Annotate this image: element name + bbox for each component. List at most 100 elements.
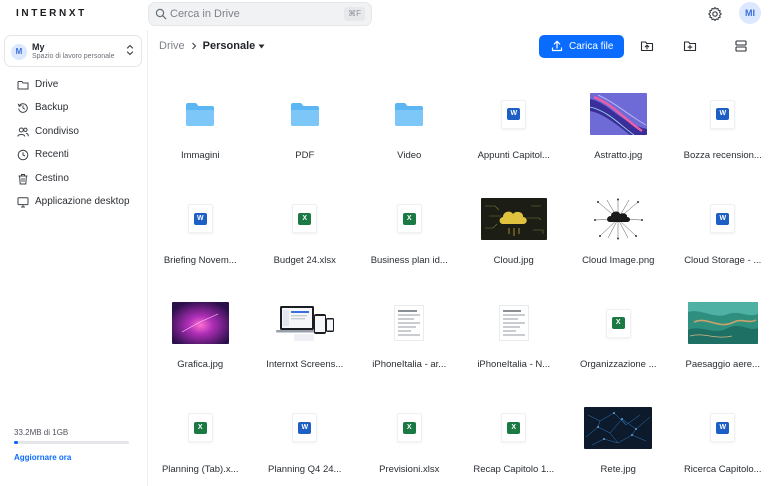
file-name: Business plan id... xyxy=(370,254,448,266)
sidebar-item-recent[interactable]: Recenti xyxy=(0,144,148,167)
file-name: Bozza recension... xyxy=(683,150,762,161)
file-item[interactable]: X Previsioni.xlsx xyxy=(357,384,462,486)
folder-icon xyxy=(186,102,215,126)
workspace-selector[interactable]: M My Spazio di lavoro personale xyxy=(4,35,142,67)
sidebar-item-backup[interactable]: Backup xyxy=(0,97,148,120)
file-name: Budget 24.xlsx xyxy=(273,254,336,266)
storage-progress-bar xyxy=(14,441,129,444)
upload-file-button[interactable]: Carica file xyxy=(539,35,624,58)
folder-item[interactable]: Immagini xyxy=(148,70,253,174)
excel-spreadsheet-icon: X xyxy=(292,204,318,233)
word-document-icon: W xyxy=(710,99,736,129)
aerial-landscape-image-thumbnail xyxy=(687,302,758,344)
file-thumbnail: X xyxy=(357,410,462,446)
file-item[interactable]: Grafica.jpg xyxy=(148,279,253,383)
file-item[interactable]: iPhoneItalia - N... xyxy=(462,279,567,383)
search-bar[interactable]: Cerca in Drive ⌘F xyxy=(148,2,372,26)
list-view-icon[interactable] xyxy=(734,39,748,53)
file-item[interactable]: Rete.jpg xyxy=(566,384,671,486)
new-folder-icon[interactable] xyxy=(683,39,697,53)
clock-icon xyxy=(17,149,29,161)
file-item[interactable]: Cloud Image.png xyxy=(566,175,671,279)
sidebar-item-drive[interactable]: Drive xyxy=(0,74,148,97)
sidebar-item-trash[interactable]: Cestino xyxy=(0,168,148,191)
file-name: Appunti Capitol... xyxy=(477,150,550,161)
file-item[interactable]: W Planning Q4 24... xyxy=(253,384,358,486)
file-item[interactable]: W Briefing Novem... xyxy=(148,175,253,279)
app-logo[interactable]: INTERNXT xyxy=(16,8,87,19)
file-item[interactable]: W Appunti Capitol... xyxy=(462,70,567,174)
file-name: Internxt Screens... xyxy=(266,359,344,370)
file-item[interactable]: Astratto.jpg xyxy=(566,70,671,174)
sidebar-item-label: Recenti xyxy=(35,149,69,161)
file-item[interactable]: iPhoneItalia - ar... xyxy=(357,279,462,383)
user-avatar[interactable]: MI xyxy=(739,2,761,24)
sidebar-item-desktop-app[interactable]: Applicazione desktop xyxy=(0,191,148,214)
file-thumbnail xyxy=(148,96,253,132)
file-name: Cloud Image.png xyxy=(582,254,655,266)
file-item[interactable]: W Cloud Storage - ... xyxy=(671,175,770,279)
file-name: Astratto.jpg xyxy=(594,150,643,161)
file-item[interactable]: Internxt Screens... xyxy=(253,279,358,383)
document-preview-icon xyxy=(498,305,529,341)
file-thumbnail: X xyxy=(462,410,567,446)
folder-item[interactable]: PDF xyxy=(253,70,358,174)
word-document-icon: W xyxy=(187,204,213,233)
search-placeholder[interactable]: Cerca in Drive xyxy=(170,8,240,20)
excel-spreadsheet-icon: X xyxy=(605,308,631,338)
file-item[interactable]: W Bozza recension... xyxy=(671,70,770,174)
users-icon xyxy=(17,127,29,137)
folder-icon xyxy=(395,102,424,126)
file-item[interactable]: W Ricerca Capitolo... xyxy=(671,384,770,486)
chevron-right-icon xyxy=(191,42,196,50)
file-item[interactable]: X Organizzazione ... xyxy=(566,279,671,383)
file-thumbnail: X xyxy=(566,305,671,341)
file-thumbnail: W xyxy=(671,410,770,446)
file-thumbnail xyxy=(253,302,358,344)
file-name: Video xyxy=(397,150,422,161)
upgrade-link[interactable]: Aggiornare ora xyxy=(14,453,71,462)
breadcrumb-current[interactable]: Personale xyxy=(203,40,256,52)
file-thumbnail: W xyxy=(462,96,567,132)
file-name: iPhoneItalia - ar... xyxy=(372,359,447,370)
file-item[interactable]: X Budget 24.xlsx xyxy=(253,175,358,279)
excel-spreadsheet-icon: X xyxy=(501,413,527,442)
sidebar: M My Spazio di lavoro personale Drive Ba… xyxy=(0,30,148,486)
file-item[interactable]: X Recap Capitolo 1... xyxy=(462,384,567,486)
desktop-icon xyxy=(17,197,29,208)
graphic-image-thumbnail xyxy=(171,302,229,344)
file-name: Recap Capitolo 1... xyxy=(473,463,555,475)
file-thumbnail: X xyxy=(253,201,358,237)
trash-icon xyxy=(18,173,28,185)
sidebar-nav: Drive Backup Condiviso Recenti Cestino A… xyxy=(0,74,148,214)
workspace-avatar: M xyxy=(11,44,27,60)
file-item[interactable]: Cloud.jpg xyxy=(462,175,567,279)
file-name: Planning Q4 24... xyxy=(268,463,342,475)
file-name: Immagini xyxy=(180,150,220,161)
folder-icon xyxy=(17,81,29,90)
file-item[interactable]: X Planning (Tab).x... xyxy=(148,384,253,486)
file-name: Planning (Tab).x... xyxy=(161,463,239,475)
breadcrumb-root[interactable]: Drive xyxy=(159,40,185,52)
file-thumbnail xyxy=(148,302,253,344)
sidebar-item-label: Backup xyxy=(35,102,69,114)
file-thumbnail xyxy=(357,305,462,341)
word-document-icon: W xyxy=(710,204,736,233)
search-icon xyxy=(155,8,167,20)
file-thumbnail xyxy=(462,305,567,341)
upload-folder-icon[interactable] xyxy=(640,39,654,53)
folder-item[interactable]: Video xyxy=(357,70,462,174)
gear-icon[interactable] xyxy=(707,6,723,22)
sidebar-item-shared[interactable]: Condiviso xyxy=(0,121,148,144)
file-item[interactable]: X Business plan id... xyxy=(357,175,462,279)
word-document-icon: W xyxy=(501,99,527,129)
workspace-name: My xyxy=(32,42,45,52)
file-thumbnail: W xyxy=(671,96,770,132)
excel-spreadsheet-icon: X xyxy=(396,413,422,442)
storage-usage-text: 33.2MB di 1GB xyxy=(14,428,69,437)
file-item[interactable]: Paesaggio aere... xyxy=(671,279,770,383)
cloud-circuit-image-thumbnail xyxy=(480,197,547,240)
caret-down-icon[interactable] xyxy=(258,44,265,49)
file-thumbnail xyxy=(566,93,671,135)
file-thumbnail xyxy=(566,197,671,240)
